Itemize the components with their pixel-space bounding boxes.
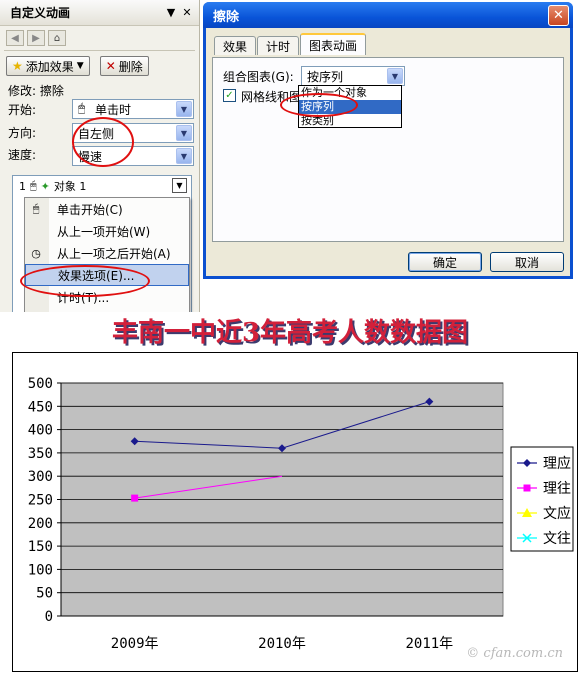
chart-title: 丰南一中近3年高考人数数据图 <box>111 318 469 348</box>
legend-label: 理往 <box>543 481 571 497</box>
close-icon[interactable]: ✕ <box>548 4 569 26</box>
forward-arrow-icon[interactable]: ▶ <box>27 30 45 46</box>
list-item-name: 对象 1 <box>53 180 87 193</box>
watermark: © cfan.com.cn <box>466 646 563 661</box>
menu-item-label: 从上一项开始(W) <box>57 224 151 239</box>
back-arrow-icon[interactable]: ◀ <box>6 30 24 46</box>
speed-value: 慢速 <box>78 149 103 164</box>
option-by-category[interactable]: 按类别 <box>299 114 401 128</box>
legend-label: 文往 <box>543 531 571 547</box>
list-item-index: 1 <box>19 179 26 193</box>
direction-value: 自左侧 <box>78 126 115 141</box>
speed-select[interactable]: 慢速 ▼ <box>72 146 194 166</box>
menu-item-label: 效果选项(E)... <box>58 268 135 283</box>
list-item[interactable]: 1 🖱 ✦ 对象 1 ▼ <box>13 176 191 196</box>
star-icon: ★ <box>12 59 23 73</box>
x-tick-label: 2010年 <box>258 636 306 652</box>
modify-label: 修改: 擦除 <box>8 84 64 98</box>
y-tick-label: 50 <box>36 586 53 602</box>
start-value: 单击时 <box>95 102 132 117</box>
custom-animation-pane: 自定义动画 ▼ ✕ ◀ ▶ ⌂ ★ 添加效果 ▼ ✕ 删除 修改: 擦除 开始:… <box>0 0 200 312</box>
chevron-down-icon: ▼ <box>176 125 192 141</box>
dialog-tabs: 效果 计时 图表动画 <box>214 33 367 55</box>
option-as-one-object[interactable]: 作为一个对象 <box>299 86 401 100</box>
y-tick-label: 500 <box>28 376 53 392</box>
y-tick-label: 250 <box>28 493 53 509</box>
chart-frame: 0 50 100 150 200 250 300 350 400 450 500 2009年 2010年… <box>12 352 578 672</box>
dialog-titlebar: 擦除 ✕ <box>203 2 573 28</box>
y-tick-label: 100 <box>28 562 53 578</box>
delete-button[interactable]: ✕ 删除 <box>99 56 149 76</box>
y-tick-label: 450 <box>28 399 53 415</box>
menu-item-label: 从上一项之后开始(A) <box>57 246 171 261</box>
group-chart-label: 组合图表(G): <box>223 70 294 84</box>
y-tick-label: 350 <box>28 446 53 462</box>
legend-label: 理应 <box>543 455 571 472</box>
ok-button[interactable]: 确定 <box>408 252 482 272</box>
pane-close-icon[interactable]: ✕ <box>179 6 195 19</box>
pane-nav: ◀ ▶ ⌂ <box>0 26 199 50</box>
menu-item-label: 计时(T)... <box>57 290 110 305</box>
group-chart-select[interactable]: 按序列 ▼ <box>301 66 405 86</box>
add-effect-button[interactable]: ★ 添加效果 ▼ <box>6 56 90 76</box>
gridlines-checkbox[interactable]: ✓ <box>223 89 236 102</box>
pane-header: 自定义动画 ▼ ✕ <box>0 0 199 26</box>
clock-icon: ◷ <box>31 246 41 260</box>
tab-effect[interactable]: 效果 <box>214 36 257 55</box>
context-menu: 🖱 单击开始(C) 从上一项开始(W) ◷ 从上一项之后开始(A) 效果选项(E)... 计… <box>24 197 190 312</box>
line-chart: 0 50 100 150 200 250 300 350 400 450 500 2009年 2010年… <box>28 376 574 652</box>
y-tick-label: 150 <box>28 539 53 555</box>
mouse-icon: 🖱 <box>32 202 40 215</box>
pane-menu-dropdown-icon[interactable]: ▼ <box>163 6 179 19</box>
menu-item[interactable]: ◷ 从上一项之后开始(A) <box>25 242 189 264</box>
direction-select[interactable]: 自左侧 ▼ <box>72 123 194 143</box>
add-effect-label: 添加效果 <box>25 59 74 74</box>
delete-label: 删除 <box>118 59 143 74</box>
tab-timing[interactable]: 计时 <box>257 36 300 55</box>
cancel-button[interactable]: 取消 <box>490 252 564 272</box>
mouse-icon: 🖱 <box>30 179 37 192</box>
option-by-series[interactable]: 按序列 <box>299 100 401 114</box>
delete-effect-icon: ✕ <box>105 59 116 73</box>
x-tick-label: 2011年 <box>405 636 453 652</box>
menu-item[interactable]: 🖱 单击开始(C) <box>25 198 189 220</box>
direction-label: 方向: <box>8 126 37 140</box>
legend-marker <box>523 484 531 492</box>
chevron-down-icon[interactable]: ▼ <box>172 178 187 193</box>
group-chart-options: 作为一个对象 按序列 按类别 <box>298 85 402 128</box>
pane-title: 自定义动画 <box>10 6 71 20</box>
menu-item[interactable]: 从上一项开始(W) <box>25 220 189 242</box>
tab-chart-animation[interactable]: 图表动画 <box>300 33 367 55</box>
chevron-down-icon: ▼ <box>176 148 192 164</box>
start-label: 开始: <box>8 103 37 117</box>
group-chart-value: 按序列 <box>307 69 344 84</box>
pane-actions: ★ 添加效果 ▼ ✕ 删除 <box>0 51 199 81</box>
menu-item[interactable]: 效果选项(E)... <box>25 264 189 286</box>
menu-item[interactable]: 计时(T)... <box>25 286 189 308</box>
speed-label: 速度: <box>8 148 37 162</box>
y-tick-label: 300 <box>28 469 53 485</box>
chevron-down-icon: ▼ <box>176 101 192 117</box>
start-select[interactable]: 🖱 单击时 ▼ <box>72 99 194 119</box>
y-tick-label: 0 <box>45 609 53 625</box>
gridlines-label: 网格线和图 <box>241 90 301 104</box>
home-icon[interactable]: ⌂ <box>48 30 66 46</box>
x-tick-label: 2009年 <box>111 636 159 652</box>
y-tick-label: 400 <box>28 423 53 439</box>
dialog-title: 擦除 <box>213 9 240 25</box>
data-point <box>131 494 139 502</box>
legend-label: 文应 <box>543 505 571 522</box>
chevron-down-icon: ▼ <box>387 68 403 84</box>
chevron-down-icon: ▼ <box>76 61 84 71</box>
y-tick-label: 200 <box>28 516 53 532</box>
menu-item-label: 单击开始(C) <box>57 202 123 217</box>
wipe-dialog: 擦除 ✕ 效果 计时 图表动画 组合图表(G): 按序列 ▼ ✓ 网格线和图 作… <box>203 2 573 279</box>
wipe-effect-icon: ✦ <box>40 179 50 193</box>
mouse-icon: 🖱 <box>78 101 86 115</box>
